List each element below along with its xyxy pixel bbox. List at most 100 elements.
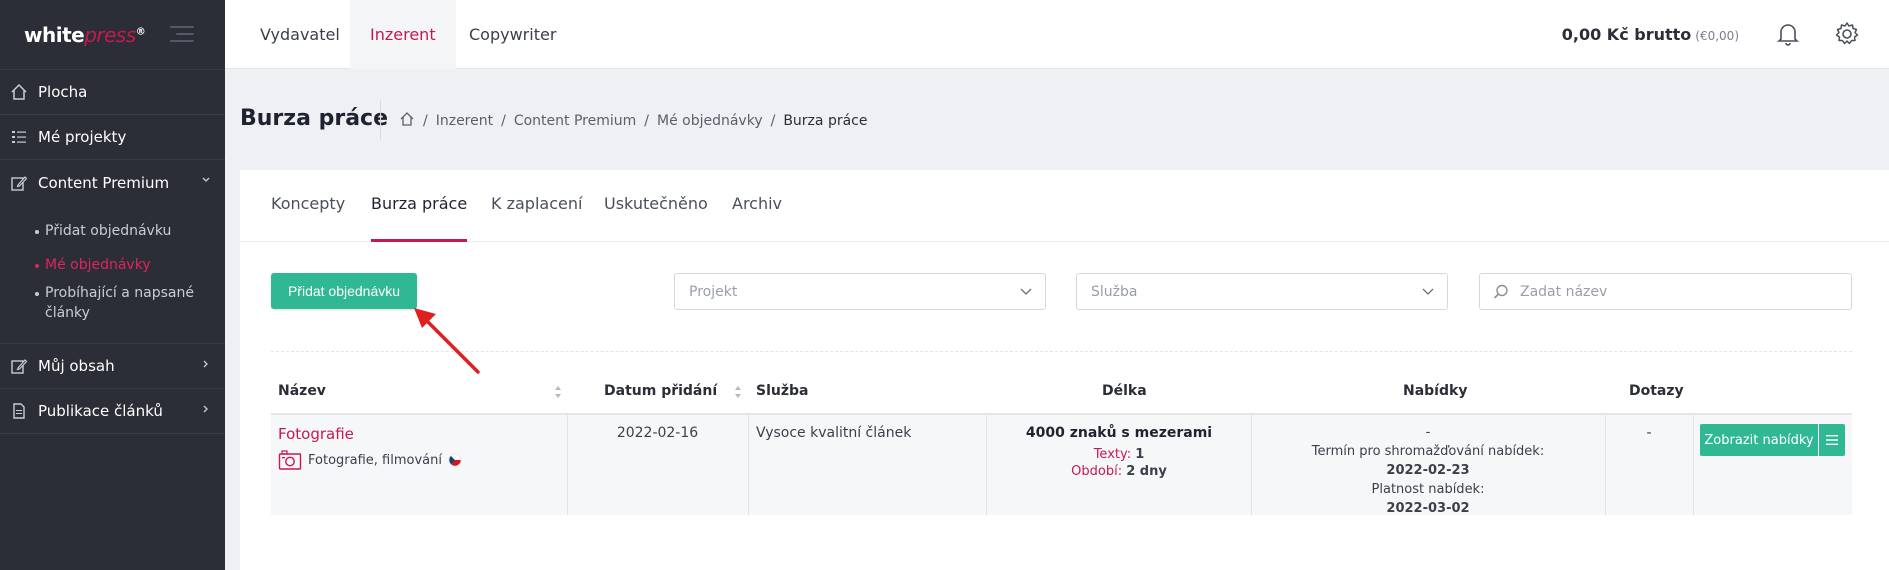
category-label: Fotografie, filmování bbox=[308, 452, 442, 468]
column-header-date[interactable]: Datum přidání bbox=[604, 383, 717, 399]
logo-bar: whitepress® bbox=[0, 0, 225, 70]
sidebar-subitem-my-orders[interactable]: Mé objednávky bbox=[0, 255, 225, 275]
order-offers: - Termín pro shromažďování nabídek: 2022… bbox=[1253, 423, 1603, 518]
breadcrumb-separator: / bbox=[770, 113, 776, 129]
logo-white-text: white bbox=[24, 22, 85, 47]
search-icon bbox=[1492, 283, 1510, 301]
period-label: Období: bbox=[1071, 464, 1123, 479]
tab-uskutecneno[interactable]: Uskutečněno bbox=[604, 194, 708, 242]
period-value: 2 dny bbox=[1126, 464, 1167, 479]
validity-value: 2022-03-02 bbox=[1386, 501, 1470, 516]
sidebar-item-plocha[interactable]: Plocha bbox=[0, 70, 225, 115]
column-divider bbox=[1251, 413, 1252, 515]
sidebar-item-label: Plocha bbox=[38, 83, 88, 101]
offers-count: - bbox=[1425, 425, 1431, 440]
sidebar-item-my-content[interactable]: Můj obsah bbox=[0, 344, 225, 389]
order-length: 4000 znaků s mezerami Texty: 1 Období: 2… bbox=[988, 425, 1250, 479]
column-header-name[interactable]: Název bbox=[278, 383, 326, 399]
texts-value: 1 bbox=[1135, 447, 1145, 462]
column-divider bbox=[748, 413, 749, 515]
add-order-button[interactable]: Přidat objednávku bbox=[271, 273, 417, 309]
menu-icon bbox=[1826, 435, 1838, 445]
deadline-label: Termín pro shromažďování nabídek: bbox=[1311, 444, 1545, 459]
page-title: Burza práce bbox=[240, 106, 388, 131]
breadcrumb-link[interactable]: Mé objednávky bbox=[657, 113, 763, 129]
sidebar-subitem-articles[interactable]: Probíhající a napsané články bbox=[0, 283, 225, 323]
sidebar-subitem-add-order[interactable]: Přidat objednávku bbox=[0, 221, 225, 241]
sidebar: whitepress® Plocha Mé projekty Content P… bbox=[0, 0, 225, 570]
column-header-offers: Nabídky bbox=[1403, 383, 1468, 399]
gear-icon[interactable] bbox=[1833, 20, 1861, 48]
chevron-down-icon bbox=[201, 174, 211, 189]
sidebar-item-label: Můj obsah bbox=[38, 357, 115, 375]
chevron-right-icon bbox=[201, 403, 211, 418]
texts-line: Texty: 1 bbox=[988, 447, 1250, 462]
chevron-down-icon bbox=[1421, 284, 1435, 298]
breadcrumb-current: Burza práce bbox=[783, 113, 868, 129]
bell-icon[interactable] bbox=[1775, 20, 1801, 48]
edit-icon bbox=[8, 355, 30, 377]
breadcrumb-separator: / bbox=[423, 113, 428, 129]
breadcrumb-separator: / bbox=[644, 113, 649, 129]
service-select-placeholder: Služba bbox=[1091, 283, 1138, 300]
sidebar-item-label: Mé projekty bbox=[38, 128, 127, 146]
row-menu-button[interactable] bbox=[1819, 424, 1845, 456]
breadcrumb-link[interactable]: Inzerent bbox=[436, 113, 493, 129]
czech-flag-icon bbox=[448, 453, 462, 467]
project-select-placeholder: Projekt bbox=[689, 283, 738, 300]
sort-icon[interactable] bbox=[554, 385, 562, 399]
sort-icon[interactable] bbox=[734, 385, 742, 399]
camera-icon bbox=[278, 450, 302, 470]
show-offers-button[interactable]: Zobrazit nabídky bbox=[1700, 424, 1818, 456]
validity-label: Platnost nabídek: bbox=[1371, 482, 1485, 497]
divider bbox=[271, 351, 1852, 352]
balance-eur: (€0,00) bbox=[1695, 29, 1739, 43]
logo[interactable]: whitepress® bbox=[24, 22, 146, 47]
sidebar-item-label: Publikace článků bbox=[38, 402, 163, 420]
texts-label: Texty: bbox=[1093, 447, 1132, 462]
deadline-value: 2022-02-23 bbox=[1386, 463, 1470, 478]
tab-archiv[interactable]: Archiv bbox=[732, 194, 782, 242]
column-header-service: Služba bbox=[756, 383, 809, 399]
service-select[interactable]: Služba bbox=[1076, 273, 1448, 310]
order-name-link[interactable]: Fotografie bbox=[278, 425, 354, 443]
logo-press-text: press bbox=[84, 22, 136, 47]
tab-bar: Koncepty Burza práce K zaplacení Uskuteč… bbox=[240, 170, 1889, 242]
list-icon bbox=[8, 126, 30, 148]
topbar: Vydavatel Inzerent Copywriter 0,00 Kč br… bbox=[225, 0, 1889, 69]
length-main: 4000 znaků s mezerami bbox=[1025, 425, 1213, 441]
column-divider bbox=[1693, 413, 1694, 515]
project-select[interactable]: Projekt bbox=[674, 273, 1046, 310]
sidebar-item-projects[interactable]: Mé projekty bbox=[0, 115, 225, 160]
annotation-arrow bbox=[414, 308, 480, 374]
top-tab-inzerent[interactable]: Inzerent bbox=[350, 0, 456, 69]
menu-toggle-icon[interactable] bbox=[170, 26, 194, 42]
home-icon bbox=[8, 81, 30, 103]
breadcrumb-separator: / bbox=[501, 113, 506, 129]
tab-burza-prace[interactable]: Burza práce bbox=[371, 194, 468, 242]
home-icon[interactable] bbox=[399, 111, 415, 131]
top-tab-vydavatel[interactable]: Vydavatel bbox=[240, 0, 360, 69]
sidebar-item-label: Content Premium bbox=[38, 173, 170, 192]
sidebar-item-content-premium[interactable]: Content Premium bbox=[0, 160, 225, 205]
balance-czk: 0,00 Kč brutto bbox=[1561, 25, 1692, 44]
logo-registered: ® bbox=[135, 25, 146, 37]
search-placeholder: Zadat název bbox=[1520, 283, 1608, 300]
main-card: Koncepty Burza práce K zaplacení Uskuteč… bbox=[240, 170, 1889, 570]
column-header-questions: Dotazy bbox=[1629, 383, 1684, 399]
submenu-content-premium: Přidat objednávku Mé objednávky Probíhaj… bbox=[0, 205, 225, 344]
order-service: Vysoce kvalitní článek bbox=[756, 425, 912, 441]
sidebar-item-publications[interactable]: Publikace článků bbox=[0, 389, 225, 434]
document-icon bbox=[8, 400, 30, 422]
breadcrumb-link[interactable]: Content Premium bbox=[514, 113, 636, 129]
top-tab-copywriter[interactable]: Copywriter bbox=[449, 0, 576, 69]
period-line: Období: 2 dny bbox=[988, 464, 1250, 479]
chevron-down-icon bbox=[1019, 284, 1033, 298]
account-balance: 0,00 Kč brutto (€0,00) bbox=[1562, 25, 1739, 44]
column-divider bbox=[1605, 413, 1606, 515]
tab-k-zaplaceni[interactable]: K zaplacení bbox=[491, 194, 582, 242]
search-input[interactable]: Zadat název bbox=[1479, 273, 1852, 310]
tab-koncepty[interactable]: Koncepty bbox=[271, 194, 345, 242]
column-header-length: Délka bbox=[1102, 383, 1147, 399]
order-questions: - bbox=[1646, 425, 1652, 441]
